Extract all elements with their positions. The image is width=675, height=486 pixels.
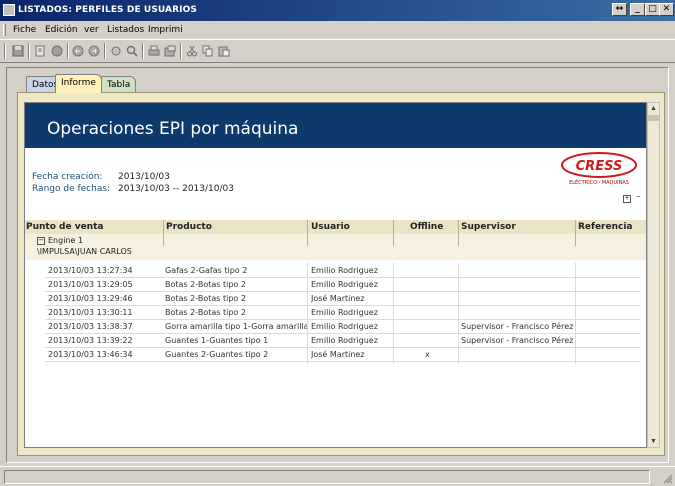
column-referencia[interactable]: Referencia xyxy=(578,222,633,232)
date-range-value: 2013/10/03 -- 2013/10/03 xyxy=(118,184,234,194)
cell-fecha: 2013/10/03 13:46:34 xyxy=(48,350,133,359)
resize-grip-icon[interactable] xyxy=(661,472,673,484)
cell-fecha: 2013/10/03 13:38:37 xyxy=(48,322,133,331)
resize-icon[interactable]: ↔ xyxy=(612,3,627,16)
cell-producto: Guantes 2-Guantes tipo 2 xyxy=(165,350,269,359)
cell-fecha: 2013/10/03 13:27:34 xyxy=(48,266,133,275)
cell-usuario: Emilio Rodriguez xyxy=(311,266,378,275)
refresh-icon[interactable] xyxy=(49,43,65,59)
cell-producto: Gafas 2-Gafas tipo 2 xyxy=(165,266,248,275)
cut-icon[interactable] xyxy=(184,43,200,59)
window-title-bar: LISTADOS: PERFILES DE USUARIOS ↔ _ □ ✕ xyxy=(0,0,675,21)
menu-bar: Fiche Edición ver Listados Imprimi xyxy=(0,21,675,39)
date-range-label: Rango de fechas: xyxy=(32,184,111,194)
zoom-in-icon[interactable] xyxy=(108,43,124,59)
cell-supervisor: Supervisor - Francisco Pérez xyxy=(461,322,574,331)
print-icon[interactable] xyxy=(146,43,162,59)
table-row[interactable]: 2013/10/03 13:46:34 Guantes 2-Guantes ti… xyxy=(45,348,640,362)
cell-fecha: 2013/10/03 13:29:05 xyxy=(48,280,133,289)
cell-producto: Botas 2-Botas tipo 2 xyxy=(165,294,246,303)
expand-all-icon[interactable]: + xyxy=(623,195,631,203)
cell-usuario: José Martinez xyxy=(311,294,365,303)
table-row[interactable]: 2013/10/03 13:39:22 Guantes 1-Guantes ti… xyxy=(45,334,640,348)
close-button[interactable]: ✕ xyxy=(659,3,674,16)
scroll-up-icon[interactable]: ▲ xyxy=(648,103,659,114)
cell-usuario: Emilio Rodriguez xyxy=(311,280,378,289)
group-location: \IMPULSA\JUAN CARLOS xyxy=(37,247,132,256)
cell-fecha: 2013/10/03 13:39:22 xyxy=(48,336,133,345)
menu-imprimir[interactable]: Imprimi xyxy=(148,25,183,35)
cell-producto: Gorra amarilla tipo 1-Gorra amarilla xyxy=(165,322,307,331)
menu-listados[interactable]: Listados xyxy=(107,25,144,35)
menu-ver[interactable]: ver xyxy=(84,25,99,35)
creation-date-value: 2013/10/03 xyxy=(118,172,170,182)
logo-subtext: ELÉCTRICO · MÁQUINAS xyxy=(569,178,629,186)
report-header: Operaciones EPI por máquina xyxy=(25,103,646,148)
collapse-all-icon[interactable]: − xyxy=(634,194,642,203)
search-icon[interactable] xyxy=(124,43,140,59)
group-row: − Engine 1 \IMPULSA\JUAN CARLOS xyxy=(25,234,646,260)
group-engine: Engine 1 xyxy=(48,236,84,245)
logo-text: CRESS xyxy=(576,159,623,174)
column-producto[interactable]: Producto xyxy=(166,222,212,232)
scroll-thumb[interactable] xyxy=(648,115,659,121)
scroll-down-icon[interactable]: ▼ xyxy=(648,436,659,447)
creation-date-label: Fecha creación: xyxy=(32,172,103,182)
menu-grip xyxy=(3,24,6,36)
cell-usuario: Emilio Rodriguez xyxy=(311,336,378,345)
save-icon[interactable] xyxy=(10,43,26,59)
status-field xyxy=(4,470,650,484)
report-viewer: Operaciones EPI por máquina Fecha creaci… xyxy=(24,102,647,448)
cell-offline: x xyxy=(425,350,430,359)
status-bar xyxy=(0,466,675,486)
copy-icon[interactable] xyxy=(200,43,216,59)
tab-informe[interactable]: Informe xyxy=(55,74,102,93)
table-row[interactable]: 2013/10/03 13:27:34 Gafas 2-Gafas tipo 2… xyxy=(45,264,640,278)
table-row[interactable]: 2013/10/03 13:38:37 Gorra amarilla tipo … xyxy=(45,320,640,334)
table-row[interactable]: 2013/10/03 13:29:46 Botas 2-Botas tipo 2… xyxy=(45,292,640,306)
column-usuario[interactable]: Usuario xyxy=(311,222,350,232)
cell-fecha: 2013/10/03 13:29:46 xyxy=(48,294,133,303)
cell-usuario: José Martinez xyxy=(311,350,365,359)
cell-supervisor: Supervisor - Francisco Pérez xyxy=(461,336,574,345)
cell-usuario: Emilio Rodriguez xyxy=(311,308,378,317)
paste-icon[interactable] xyxy=(216,43,232,59)
column-offline[interactable]: Offline xyxy=(410,222,443,232)
maximize-button[interactable]: □ xyxy=(645,3,660,16)
table-header: Punto de venta Producto Usuario Offline … xyxy=(25,220,646,234)
column-supervisor[interactable]: Supervisor xyxy=(461,222,516,232)
menu-edicion[interactable]: Edición xyxy=(45,25,78,35)
cell-producto: Botas 2-Botas tipo 2 xyxy=(165,280,246,289)
menu-fichero[interactable]: Fiche xyxy=(13,25,36,35)
tab-tabla[interactable]: Tabla xyxy=(101,76,137,93)
cell-producto: Botas 2-Botas tipo 2 xyxy=(165,308,246,317)
back-icon[interactable] xyxy=(70,43,86,59)
app-icon xyxy=(3,4,15,16)
cell-usuario: Emilio Rodriguez xyxy=(311,322,378,331)
table-row[interactable]: 2013/10/03 13:30:11 Botas 2-Botas tipo 2… xyxy=(45,306,640,320)
forward-icon[interactable] xyxy=(86,43,102,59)
table-row[interactable]: 2013/10/03 13:29:05 Botas 2-Botas tipo 2… xyxy=(45,278,640,292)
minimize-button[interactable]: _ xyxy=(630,3,645,16)
document-icon[interactable] xyxy=(32,43,48,59)
vertical-scrollbar[interactable]: ▲ ▼ xyxy=(647,102,660,448)
cell-fecha: 2013/10/03 13:30:11 xyxy=(48,308,133,317)
export-icon[interactable] xyxy=(162,43,178,59)
cell-producto: Guantes 1-Guantes tipo 1 xyxy=(165,336,269,345)
column-punto-de-venta[interactable]: Punto de venta xyxy=(26,222,103,232)
toolbar xyxy=(0,39,675,63)
report-title: Operaciones EPI por máquina xyxy=(47,119,299,139)
window-title: LISTADOS: PERFILES DE USUARIOS xyxy=(18,5,197,15)
group-toggle-icon[interactable]: − xyxy=(37,236,45,245)
company-logo: CRESS ELÉCTRICO · MÁQUINAS xyxy=(560,151,638,187)
